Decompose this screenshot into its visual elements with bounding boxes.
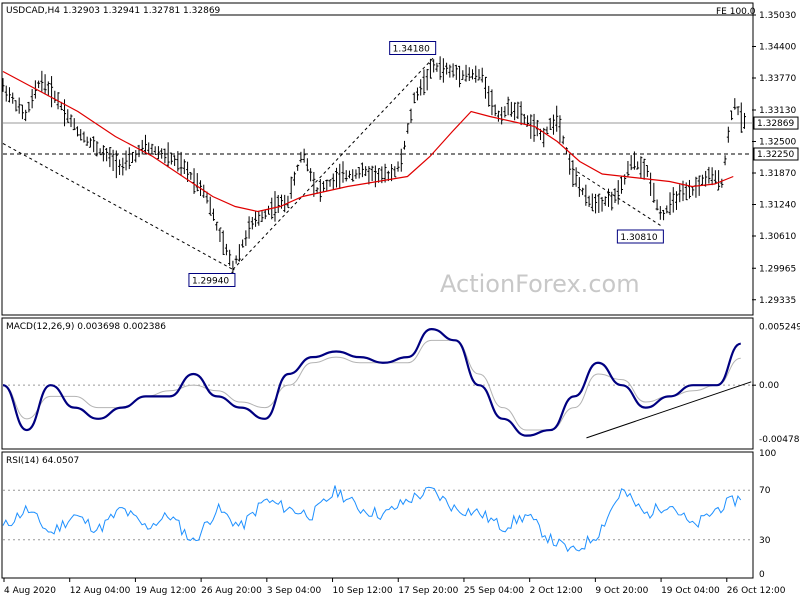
x-tick-label: 2 Oct 12:00 xyxy=(530,586,583,596)
price-tick-label: 1.33770 xyxy=(759,74,796,84)
x-tick-label: 26 Oct 12:00 xyxy=(727,586,786,596)
chart-area: ActionForex.com USDCAD,H4 1.32903 1.3294… xyxy=(0,0,800,600)
annotation-label-1: 1.29940 xyxy=(192,277,229,287)
macd-pane xyxy=(1,317,754,450)
price-tick-label: 1.33130 xyxy=(759,106,796,116)
x-tick-label: 19 Oct 04:00 xyxy=(661,586,720,596)
price-tick-label: 1.29965 xyxy=(759,264,796,274)
price-pane xyxy=(1,2,754,316)
price-tick-label: 1.35030 xyxy=(759,11,796,21)
x-tick-label: 9 Oct 20:00 xyxy=(595,586,648,596)
current-price-label: 1.32869 xyxy=(757,119,794,129)
rsi-tick-label: 30 xyxy=(759,536,771,546)
price-tick-label: 1.32500 xyxy=(759,138,796,148)
symbol-info: USDCAD,H4 1.32903 1.32941 1.32781 1.3286… xyxy=(6,6,221,16)
x-tick-label: 19 Aug 12:00 xyxy=(135,586,196,596)
x-tick-label: 3 Sep 04:00 xyxy=(267,586,322,596)
price-tick-label: 1.31240 xyxy=(759,201,796,211)
rsi-tick-label: 0 xyxy=(759,570,765,580)
x-tick-label: 10 Sep 12:00 xyxy=(333,586,393,596)
x-tick-label: 12 Aug 04:00 xyxy=(70,586,131,596)
price-tick-label: 1.31870 xyxy=(759,169,796,179)
x-tick-label: 4 Aug 2020 xyxy=(4,586,56,596)
macd-tick-label: 0.005249 xyxy=(759,322,800,332)
annotation-label-3: 1.30810 xyxy=(620,233,657,243)
chart-svg: ActionForex.com USDCAD,H4 1.32903 1.3294… xyxy=(1,2,800,596)
x-tick-label: 17 Sep 20:00 xyxy=(398,586,458,596)
macd-tick-label: 0.00 xyxy=(759,381,779,391)
rsi-tick-label: 70 xyxy=(759,486,771,496)
level-price-label: 1.32250 xyxy=(757,150,794,160)
rsi-title: RSI(14) 64.0507 xyxy=(6,456,79,466)
x-tick-label: 25 Sep 04:00 xyxy=(464,586,524,596)
price-tick-label: 1.30610 xyxy=(759,232,796,242)
x-tick-label: 26 Aug 20:00 xyxy=(201,586,262,596)
annotation-label-2: 1.34180 xyxy=(393,45,430,55)
watermark: ActionForex.com xyxy=(440,270,640,298)
rsi-tick-label: 100 xyxy=(759,449,776,459)
price-tick-label: 1.34400 xyxy=(759,43,796,53)
macd-title: MACD(12,26,9) 0.003698 0.002386 xyxy=(6,322,166,332)
price-tick-label: 1.29335 xyxy=(759,296,796,306)
macd-tick-label: -0.004785 xyxy=(759,435,800,445)
